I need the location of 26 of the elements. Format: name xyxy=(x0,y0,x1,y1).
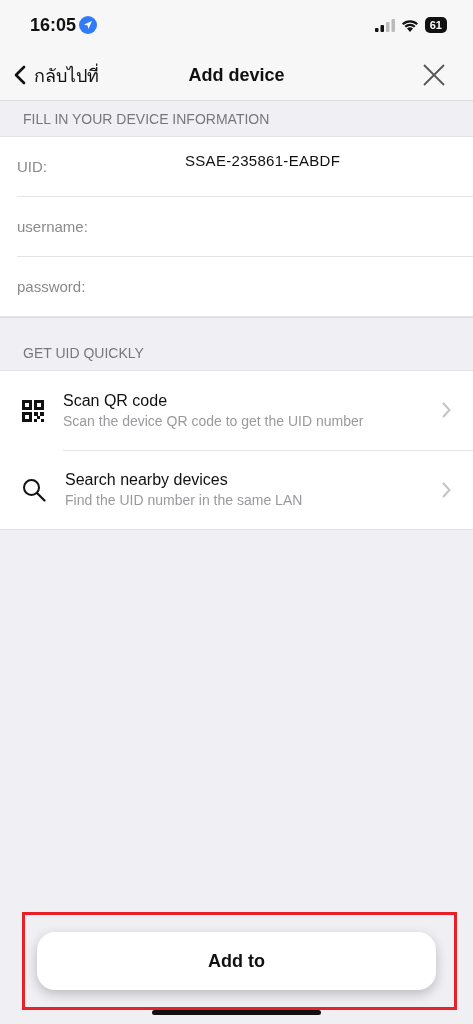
battery-level: 61 xyxy=(424,17,447,33)
search-icon xyxy=(22,477,46,502)
chevron-right-icon xyxy=(442,402,451,418)
add-button[interactable]: Add to xyxy=(37,932,436,990)
option-row[interactable]: Search nearby devices Find the UID number in the same LAN xyxy=(0,450,473,529)
field-label: UID: xyxy=(17,158,48,175)
section-header: FILL IN YOUR DEVICE INFORMATION xyxy=(23,110,270,127)
back-button[interactable]: กลับไปที่ xyxy=(14,60,99,90)
option-description: Find the UID number in the same LAN xyxy=(65,492,303,508)
close-icon[interactable] xyxy=(423,64,445,86)
page-title: Add device xyxy=(188,64,285,86)
option-title: Search nearby devices xyxy=(65,471,229,489)
option-description: Scan the device QR code to get the UID number xyxy=(63,412,364,429)
option-row[interactable]: Scan QR code Scan the device QR code to get the UID number xyxy=(0,371,473,450)
section-header: GET UID QUICKLY xyxy=(23,345,144,361)
signal-icon xyxy=(374,18,395,32)
field-label: password: xyxy=(17,278,87,295)
chevron-left-icon xyxy=(14,65,26,85)
status-time: 16:05 xyxy=(30,14,77,36)
option-title: Scan QR code xyxy=(63,391,169,410)
qr-code-icon xyxy=(22,399,44,422)
field-label: username: xyxy=(17,218,89,235)
chevron-right-icon xyxy=(442,481,451,498)
field-value[interactable]: SSAE-235861-EABDF xyxy=(185,151,457,182)
location-icon xyxy=(79,16,98,34)
wifi-icon xyxy=(400,18,419,32)
